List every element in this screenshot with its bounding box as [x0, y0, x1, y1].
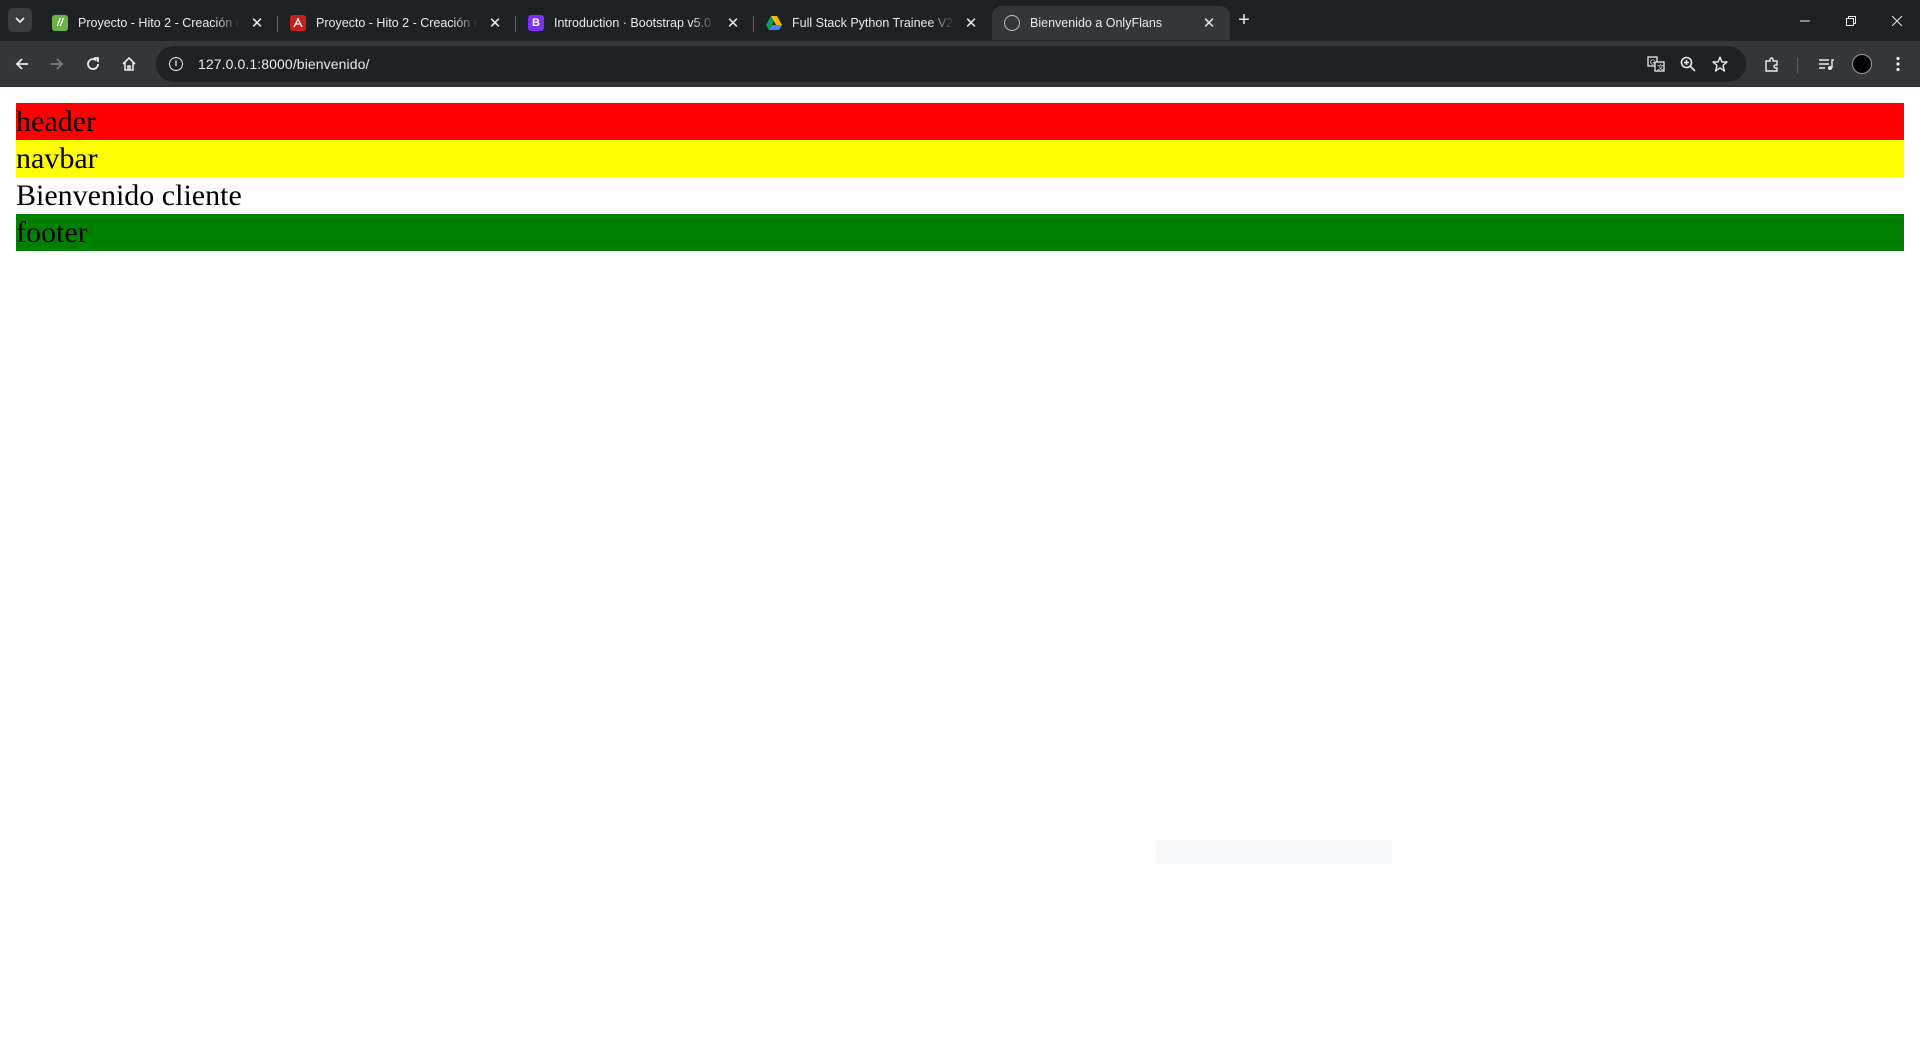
extensions-button[interactable]	[1758, 50, 1786, 78]
page-viewport: header navbar Bienvenido cliente footer	[0, 87, 1920, 1040]
close-icon[interactable]: ✕	[1200, 14, 1218, 32]
url-text[interactable]: 127.0.0.1:8000/bienvenido/	[198, 56, 370, 72]
close-icon[interactable]: ✕	[724, 14, 742, 32]
zoom-button[interactable]	[1676, 52, 1700, 76]
tab-title: Proyecto - Hito 2 - Creación de	[78, 16, 240, 30]
page-footer: footer	[16, 214, 1904, 251]
more-vertical-icon	[1896, 56, 1900, 72]
tab-proyecto-hito2-b[interactable]: Proyecto - Hito 2 - Creación de ✕	[278, 6, 516, 40]
plus-icon: +	[1238, 8, 1250, 31]
tab-search-button[interactable]	[8, 8, 32, 32]
translate-button[interactable]: G文	[1644, 52, 1668, 76]
bootstrap-icon: B	[528, 15, 544, 31]
close-window-button[interactable]	[1874, 0, 1920, 41]
minimize-button[interactable]	[1782, 0, 1828, 41]
chevron-down-icon	[15, 17, 25, 24]
close-icon[interactable]: ✕	[248, 14, 266, 32]
tab-title: Full Stack Python Trainee V2.0 C	[792, 16, 954, 30]
site-info-button[interactable]: i	[164, 52, 188, 76]
tab-title: Introduction · Bootstrap v5.0	[554, 16, 712, 30]
bookmark-button[interactable]	[1708, 52, 1732, 76]
close-icon[interactable]: ✕	[962, 14, 980, 32]
browser-toolbar: i 127.0.0.1:8000/bienvenido/ G文	[0, 41, 1920, 87]
home-icon	[122, 56, 136, 71]
page-header: header	[16, 103, 1904, 140]
arrow-right-icon	[51, 58, 64, 70]
close-icon	[1892, 15, 1902, 26]
address-bar[interactable]: i 127.0.0.1:8000/bienvenido/ G文	[156, 46, 1746, 82]
toolbar-divider	[1797, 57, 1798, 73]
arrow-left-icon	[15, 58, 28, 70]
puzzle-icon	[1765, 57, 1778, 72]
svg-text:文: 文	[1657, 63, 1664, 72]
forward-button[interactable]	[43, 50, 71, 78]
green-italic-icon: //	[52, 15, 68, 31]
faint-overlay-bar	[1156, 840, 1392, 864]
minimize-icon	[1800, 20, 1810, 21]
zoom-in-icon	[1680, 56, 1696, 72]
translate-icon: G文	[1647, 56, 1665, 72]
tab-full-stack-python[interactable]: Full Stack Python Trainee V2.0 C ✕	[754, 6, 992, 40]
menu-button[interactable]	[1884, 50, 1912, 78]
tab-bootstrap-intro[interactable]: B Introduction · Bootstrap v5.0 ✕	[516, 6, 754, 40]
star-icon	[1712, 56, 1728, 72]
new-tab-button[interactable]: +	[1232, 8, 1256, 32]
svg-text:G: G	[1650, 60, 1655, 67]
reload-button[interactable]	[79, 50, 107, 78]
home-button[interactable]	[115, 50, 143, 78]
tab-list: // Proyecto - Hito 2 - Creación de ✕ Pro…	[40, 6, 1230, 41]
tab-bienvenido-onlyflans[interactable]: Bienvenido a OnlyFlans ✕	[992, 6, 1230, 40]
info-icon: i	[169, 57, 183, 71]
reload-icon	[87, 57, 99, 70]
pdf-icon	[290, 15, 306, 31]
close-icon[interactable]: ✕	[486, 14, 504, 32]
globe-icon	[1004, 15, 1020, 31]
window-controls	[1782, 0, 1920, 41]
welcome-message: Bienvenido cliente	[16, 179, 242, 212]
tab-title: Proyecto - Hito 2 - Creación de	[316, 16, 478, 30]
tab-title: Bienvenido a OnlyFlans	[1030, 16, 1163, 30]
reading-list-button[interactable]	[1812, 50, 1840, 78]
tab-strip: // Proyecto - Hito 2 - Creación de ✕ Pro…	[0, 0, 1920, 41]
restore-button[interactable]	[1828, 0, 1874, 41]
back-button[interactable]	[8, 50, 36, 78]
tab-proyecto-hito2-a[interactable]: // Proyecto - Hito 2 - Creación de ✕	[40, 6, 278, 40]
restore-icon	[1846, 15, 1856, 26]
page-navbar: navbar	[16, 140, 1904, 177]
profile-avatar[interactable]	[1852, 54, 1872, 74]
media-queue-icon	[1819, 59, 1834, 70]
google-drive-icon	[766, 15, 782, 31]
